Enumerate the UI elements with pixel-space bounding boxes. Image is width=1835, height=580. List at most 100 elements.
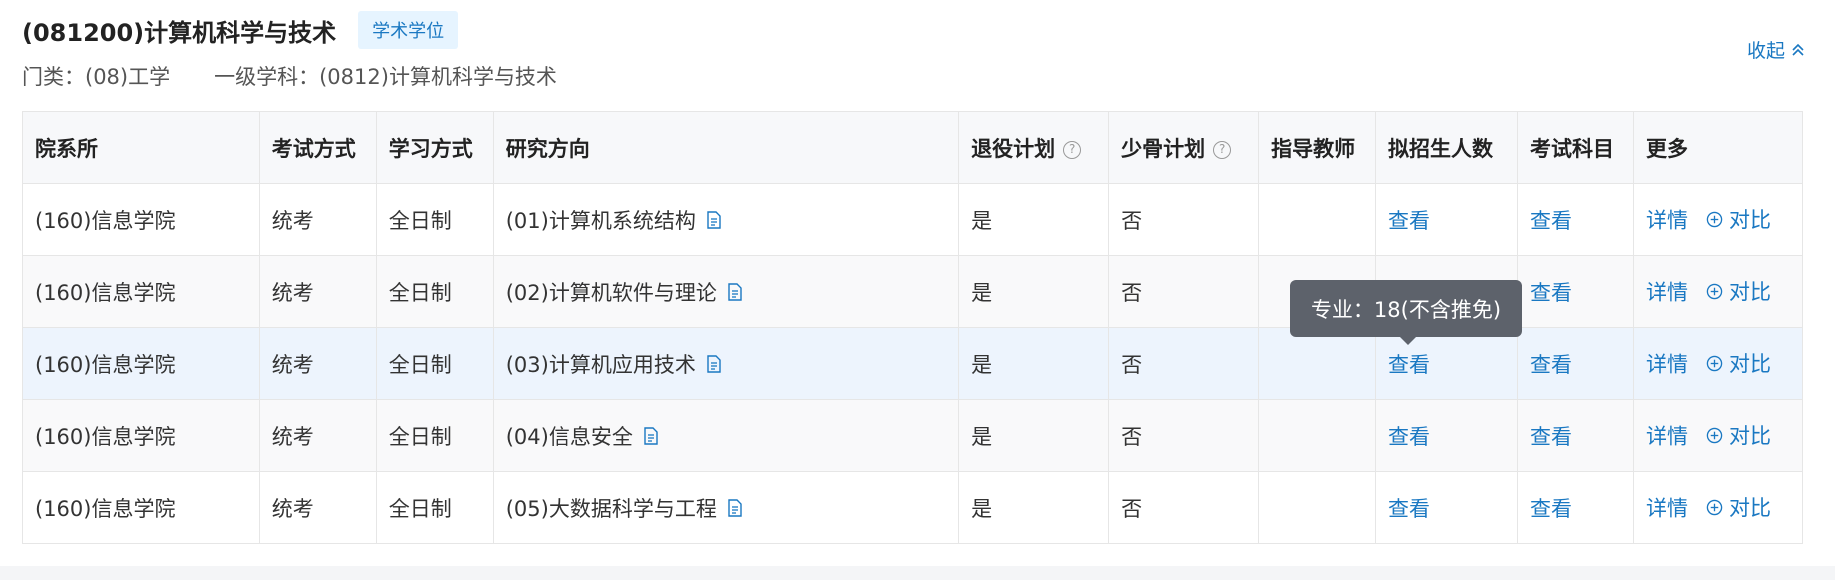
table-row: (160)信息学院 统考 全日制 (01)计算机系统结构 是否 查看 查看 详情 对比: [22, 183, 1804, 256]
compare-label: 对比: [1728, 496, 1771, 521]
col-subjects: 考试科目: [1517, 111, 1634, 184]
direction-text: (02)计算机软件与理论: [505, 280, 717, 305]
mode-cell: 全日制: [375, 255, 494, 328]
more-cell: 详情 对比: [1632, 327, 1804, 400]
exam-cell: 统考: [258, 183, 377, 256]
advisor-cell: [1258, 399, 1377, 472]
document-icon[interactable]: [727, 498, 743, 522]
compare-label: 对比: [1728, 424, 1771, 449]
detail-link[interactable]: 详情: [1646, 209, 1688, 233]
chevron-up-double-icon: [1792, 43, 1804, 56]
quota-cell: 查看: [1375, 183, 1518, 256]
dept-cell: (160)信息学院: [22, 471, 260, 544]
table-row: (160)信息学院 统考 全日制 (05)大数据科学与工程 是否 查看 查看 详情 对比: [22, 471, 1804, 544]
program-meta: 门类：(08)工学 一级学科：(0812)计算机科学与技术: [22, 60, 557, 92]
question-circle-icon[interactable]: ?: [1213, 140, 1232, 159]
veteran-cell: 是: [958, 327, 1110, 400]
direction-cell: (04)信息安全: [492, 399, 960, 472]
question-circle-icon[interactable]: ?: [1063, 140, 1082, 159]
exam-cell: 统考: [258, 255, 377, 328]
detail-link[interactable]: 详情: [1646, 497, 1688, 521]
direction-cell: (05)大数据科学与工程: [492, 471, 960, 544]
subjects-cell: 查看: [1517, 255, 1634, 328]
plus-circle-icon: [1706, 355, 1729, 372]
detail-link[interactable]: 详情: [1646, 281, 1688, 305]
more-cell: 详情 对比: [1632, 399, 1804, 472]
quota-cell: 查看: [1375, 399, 1518, 472]
view-quota-link[interactable]: 查看: [1388, 497, 1430, 521]
advisor-cell: [1258, 183, 1377, 256]
view-quota-link[interactable]: 查看: [1388, 425, 1430, 449]
collapse-button[interactable]: 收起: [1747, 36, 1805, 63]
table-row: (160)信息学院统考全日制(02)计算机软件与理论是否查看查看详情对比: [22, 255, 1804, 328]
col-veteran-label: 退役计划: [971, 136, 1056, 161]
document-icon[interactable]: [643, 426, 659, 450]
table-row: (160)信息学院 统考 全日制 (03)计算机应用技术 是否 查看 查看 详情 对比: [22, 327, 1804, 400]
document-icon[interactable]: [727, 282, 743, 306]
direction-text: (04)信息安全: [505, 424, 633, 449]
direction-cell: (01)计算机系统结构: [492, 183, 960, 256]
col-minority-label: 少骨计划: [1121, 136, 1206, 161]
direction-cell: (02)计算机软件与理论: [492, 255, 960, 328]
compare-button[interactable]: 对比: [1706, 276, 1771, 306]
dept-cell: (160)信息学院: [22, 183, 260, 256]
compare-button[interactable]: 对比: [1706, 204, 1771, 234]
plus-circle-icon: [1706, 427, 1729, 444]
view-quota-link[interactable]: 查看: [1388, 353, 1430, 377]
compare-label: 对比: [1728, 280, 1771, 305]
view-subjects-link[interactable]: 查看: [1530, 353, 1572, 377]
document-icon[interactable]: [706, 354, 722, 378]
mode-cell: 全日制: [375, 399, 494, 472]
subjects-cell: 查看: [1517, 183, 1634, 256]
exam-cell: 统考: [258, 327, 377, 400]
mode-cell: 全日制: [375, 471, 494, 544]
subjects-cell: 查看: [1517, 399, 1634, 472]
detail-link[interactable]: 详情: [1646, 353, 1688, 377]
discipline-text: 一级学科：(0812)计算机科学与技术: [214, 65, 557, 89]
plus-circle-icon: [1706, 211, 1729, 228]
detail-link[interactable]: 详情: [1646, 425, 1688, 449]
minority-cell: 否: [1108, 255, 1260, 328]
veteran-cell: 是: [958, 471, 1110, 544]
col-quota: 拟招生人数: [1375, 111, 1518, 184]
view-quota-link[interactable]: 查看: [1388, 209, 1430, 233]
minority-cell: 否: [1108, 399, 1260, 472]
col-direction: 研究方向: [492, 111, 960, 184]
compare-button[interactable]: 对比: [1706, 492, 1771, 522]
minority-cell: 否: [1108, 471, 1260, 544]
mode-cell: 全日制: [375, 327, 494, 400]
more-cell: 详情 对比: [1632, 183, 1804, 256]
table-row: (160)信息学院 统考 全日制 (04)信息安全 是否 查看 查看 详情 对比: [22, 399, 1804, 472]
veteran-cell: 是: [958, 399, 1110, 472]
col-more: 更多: [1632, 111, 1804, 184]
view-subjects-link[interactable]: 查看: [1530, 425, 1572, 449]
subjects-cell: 查看: [1517, 327, 1634, 400]
direction-cell: (03)计算机应用技术: [492, 327, 960, 400]
compare-label: 对比: [1728, 352, 1771, 377]
dept-cell: (160)信息学院: [22, 327, 260, 400]
view-subjects-link[interactable]: 查看: [1530, 209, 1572, 233]
category-text: 门类：(08)工学: [22, 65, 171, 89]
dept-cell: (160)信息学院: [22, 255, 260, 328]
col-advisor: 指导教师: [1258, 111, 1377, 184]
mode-cell: 全日制: [375, 183, 494, 256]
compare-label: 对比: [1728, 208, 1771, 233]
view-subjects-link[interactable]: 查看: [1530, 497, 1572, 521]
veteran-cell: 是: [958, 183, 1110, 256]
plus-circle-icon: [1706, 283, 1729, 300]
view-subjects-link[interactable]: 查看: [1530, 281, 1572, 305]
veteran-cell: 是: [958, 255, 1110, 328]
subjects-cell: 查看: [1517, 471, 1634, 544]
exam-cell: 统考: [258, 399, 377, 472]
compare-button[interactable]: 对比: [1706, 348, 1771, 378]
document-icon[interactable]: [706, 210, 722, 234]
advisor-cell: [1258, 471, 1377, 544]
collapse-label: 收起: [1746, 40, 1785, 62]
quota-cell: 查看: [1375, 327, 1518, 400]
more-cell: 详情 对比: [1632, 471, 1804, 544]
advisor-cell: [1258, 327, 1377, 400]
more-cell: 详情 对比: [1632, 255, 1804, 328]
minority-cell: 否: [1108, 183, 1260, 256]
col-exam: 考试方式: [258, 111, 377, 184]
compare-button[interactable]: 对比: [1706, 420, 1771, 450]
